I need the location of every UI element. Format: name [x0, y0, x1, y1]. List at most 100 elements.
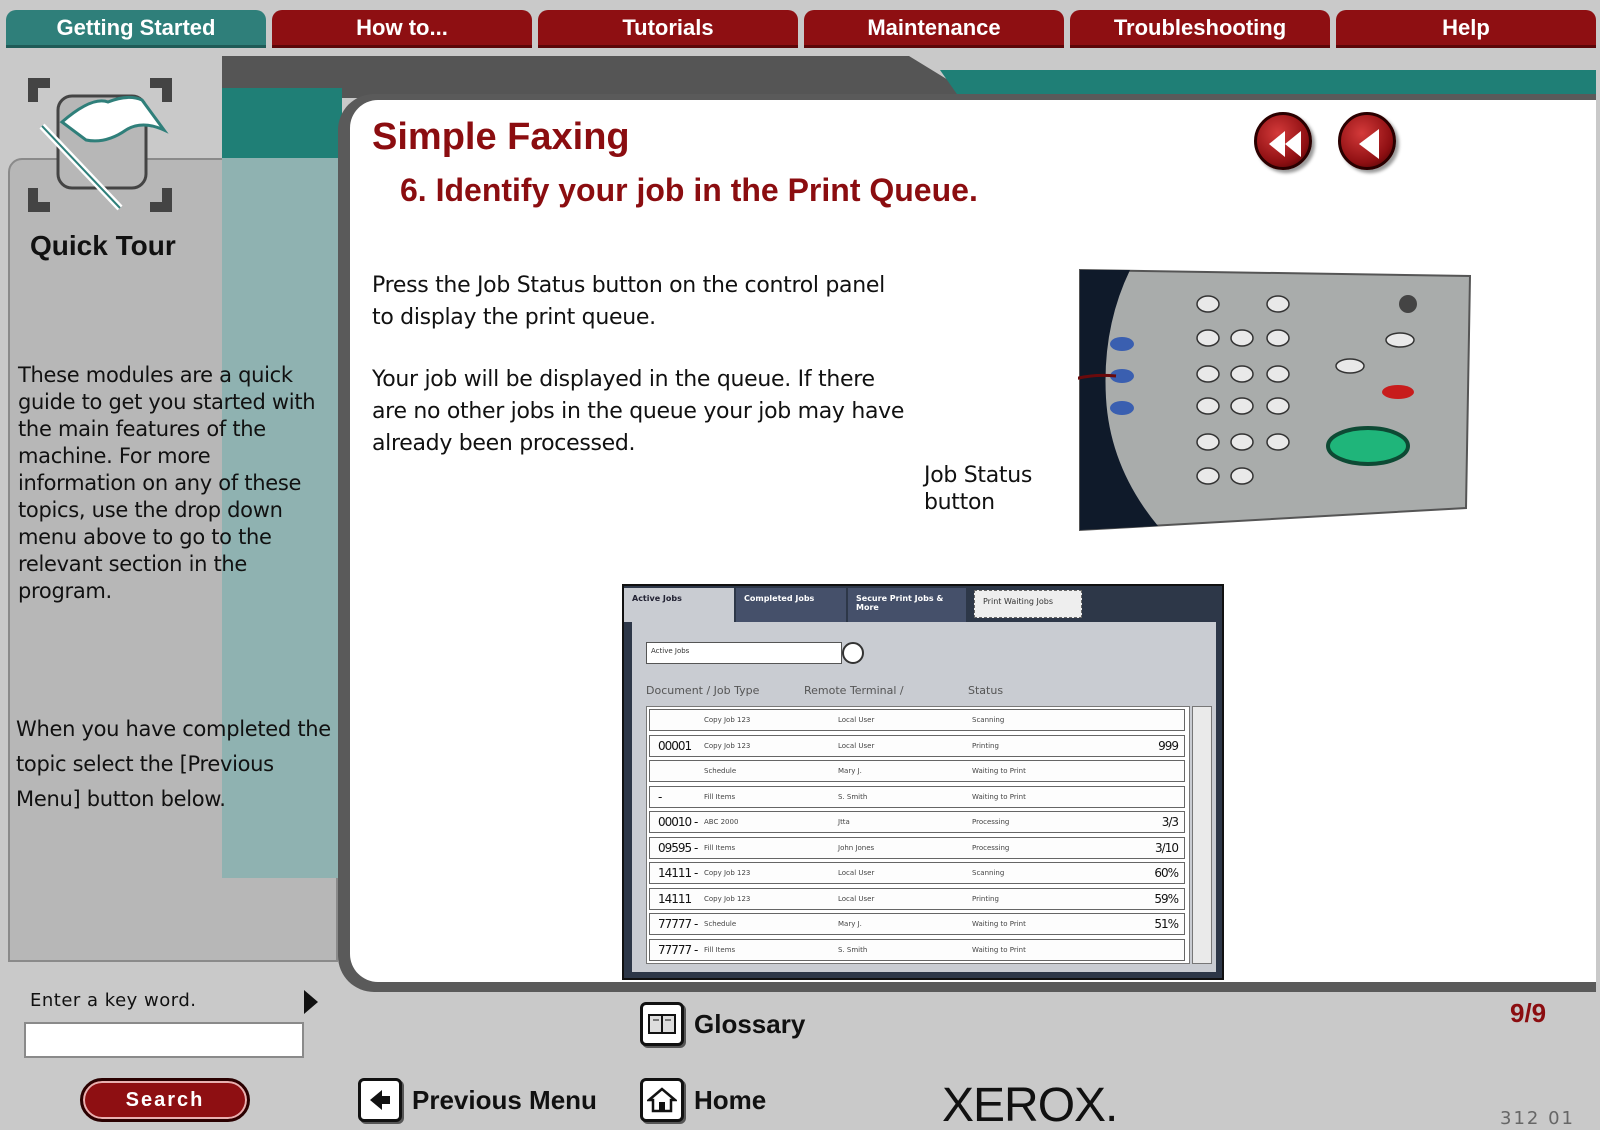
- pq-scrollbar: [1192, 706, 1212, 964]
- pq-row-terminal: S. Smith: [838, 792, 868, 801]
- pq-row-id: 77777 -: [658, 942, 698, 957]
- sidebar-intro-text: These modules are a quick guide to get y…: [18, 363, 316, 603]
- pq-tab-secure-print: Secure Print Jobs & More: [848, 588, 966, 622]
- sidebar-instruction-text: When you have completed the topic select…: [16, 717, 331, 811]
- pq-row-type: Schedule: [704, 920, 737, 928]
- rewind-icon: [1269, 131, 1301, 157]
- pq-row-id: 00001: [658, 738, 692, 753]
- pq-row-status: Processing: [972, 818, 1010, 826]
- home-icon: [640, 1078, 684, 1122]
- page-indicator: 9/9: [1510, 998, 1547, 1028]
- print-queue-screen: Active Jobs Completed Jobs Secure Print …: [622, 584, 1224, 980]
- pq-row-terminal: John Jones: [838, 843, 875, 852]
- job-status-callout: Job Status button: [924, 463, 1033, 515]
- pq-row-id: 14111: [658, 891, 692, 906]
- pq-row-type: Schedule: [704, 767, 737, 775]
- pq-row-status: Scanning: [972, 869, 1005, 877]
- book-icon: [640, 1002, 684, 1046]
- pq-row-progress: 59%: [1154, 891, 1179, 906]
- pq-row-id: 77777 -: [658, 917, 698, 931]
- pq-row-terminal: Local User: [838, 716, 875, 724]
- home-button[interactable]: Home: [640, 1078, 766, 1122]
- pq-row-status: Waiting to Print: [972, 767, 1026, 775]
- pq-row-status: Waiting to Print: [972, 920, 1026, 928]
- keyword-input[interactable]: [24, 1022, 304, 1058]
- pq-row-id: 00010 -: [658, 815, 698, 829]
- tab-troubleshooting[interactable]: Troubleshooting: [1070, 10, 1330, 48]
- pq-row-terminal: Local User: [838, 869, 875, 877]
- pq-row-terminal: Local User: [838, 741, 875, 750]
- xerox-logo: XEROX.: [942, 1079, 1118, 1130]
- pq-row-terminal: S. Smith: [838, 945, 868, 954]
- table-row: 14111 - Copy Job 123 Local User Scanning 60%: [649, 862, 1185, 884]
- pq-row-id: 14111 -: [658, 866, 698, 880]
- pq-row-type: Fill Items: [704, 792, 736, 801]
- pq-job-table: Copy Job 123 Local User Scanning 00001 Copy …: [646, 706, 1190, 964]
- pq-tab-print-waiting: Print Waiting Jobs: [974, 590, 1082, 618]
- first-page-button[interactable]: [1254, 112, 1312, 170]
- pq-row-id: -: [658, 789, 662, 804]
- pq-col-status: Status: [968, 684, 1004, 697]
- pq-row-terminal: Jtta: [838, 818, 850, 826]
- table-row: 00001 Copy Job 123 Local User Printing 999: [649, 734, 1185, 757]
- table-row: Copy Job 123 Local User Scanning: [649, 709, 1185, 731]
- pq-row-terminal: Mary J.: [838, 767, 862, 775]
- pq-row-status: Printing: [972, 741, 999, 750]
- sidebar-title: Quick Tour: [30, 230, 176, 261]
- glossary-label: Glossary: [694, 1008, 806, 1039]
- left-arrow-icon: [358, 1078, 402, 1122]
- pq-row-status: Waiting to Print: [972, 792, 1026, 801]
- instruction-paragraph-1: Press the Job Status button on the contr…: [372, 273, 885, 330]
- pq-row-id: 09595 -: [658, 840, 698, 855]
- pq-row-progress: 51%: [1154, 917, 1179, 931]
- search-button[interactable]: Search: [80, 1078, 250, 1122]
- pq-row-type: Copy Job 123: [704, 716, 751, 724]
- quick-tour-flag-icon: [28, 78, 172, 212]
- home-label: Home: [694, 1084, 767, 1115]
- pq-column-headers: Document / Job Type Remote Terminal / St…: [646, 684, 1206, 702]
- pq-row-status: Printing: [972, 894, 999, 903]
- control-panel-illustration: [1078, 268, 1472, 532]
- pq-row-status: Waiting to Print: [972, 945, 1026, 954]
- pq-row-status: Scanning: [972, 716, 1005, 724]
- pq-row-progress: 3/3: [1161, 815, 1179, 829]
- top-nav-tabs: Getting Started How to... Tutorials Main…: [6, 10, 1596, 48]
- table-row: 14111 Copy Job 123 Local User Printing 59%: [649, 887, 1185, 910]
- pq-row-type: Copy Job 123: [704, 894, 751, 903]
- pq-row-type: Fill Items: [704, 843, 736, 852]
- pq-row-terminal: Mary J.: [838, 920, 862, 928]
- tab-help[interactable]: Help: [1336, 10, 1596, 48]
- pq-row-progress: 3/10: [1155, 840, 1179, 855]
- previous-page-button[interactable]: [1338, 112, 1396, 170]
- page-title: Simple Faxing: [372, 116, 630, 158]
- glossary-button[interactable]: Glossary: [640, 1002, 805, 1046]
- table-row: 77777 - Fill Items S. Smith Waiting to Prin…: [649, 938, 1185, 961]
- pq-row-terminal: Local User: [838, 894, 875, 903]
- print-queue-tabs: Active Jobs Completed Jobs Secure Print …: [624, 586, 1224, 622]
- keyword-arrow-icon: [304, 990, 318, 1014]
- pq-tab-active-jobs: Active Jobs: [624, 588, 734, 622]
- table-row: 00010 - ABC 2000 Jtta Processing 3/3: [649, 811, 1185, 833]
- version-code: 312 01: [1500, 1108, 1575, 1129]
- print-queue-body: Active Jobs Document / Job Type Remote T…: [632, 622, 1216, 972]
- table-row: - Fill Items S. Smith Waiting to Print: [649, 785, 1185, 808]
- pq-row-type: ABC 2000: [704, 818, 739, 826]
- pq-row-type: Copy Job 123: [704, 741, 751, 750]
- step-title: 6. Identify your job in the Print Queue.: [400, 172, 978, 208]
- table-row: 77777 - Schedule Mary J. Waiting to Print 51…: [649, 913, 1185, 935]
- pq-tab-completed-jobs: Completed Jobs: [736, 588, 846, 622]
- back-arrow-icon: [1359, 129, 1379, 159]
- tab-how-to[interactable]: How to...: [272, 10, 532, 48]
- keyword-label: Enter a key word.: [30, 990, 197, 1011]
- tab-maintenance[interactable]: Maintenance: [804, 10, 1064, 48]
- previous-menu-button[interactable]: Previous Menu: [358, 1078, 597, 1122]
- pq-row-progress: 999: [1158, 738, 1179, 753]
- pq-col-document: Document / Job Type: [646, 684, 760, 697]
- table-row: 09595 - Fill Items John Jones Processing 3/1…: [649, 836, 1185, 859]
- pq-col-terminal: Remote Terminal /: [804, 684, 904, 697]
- tab-tutorials[interactable]: Tutorials: [538, 10, 798, 48]
- table-row: Schedule Mary J. Waiting to Print: [649, 760, 1185, 782]
- pq-row-status: Processing: [972, 843, 1010, 852]
- tab-getting-started[interactable]: Getting Started: [6, 10, 266, 48]
- instruction-paragraph-2: Your job will be displayed in the queue.…: [372, 367, 905, 456]
